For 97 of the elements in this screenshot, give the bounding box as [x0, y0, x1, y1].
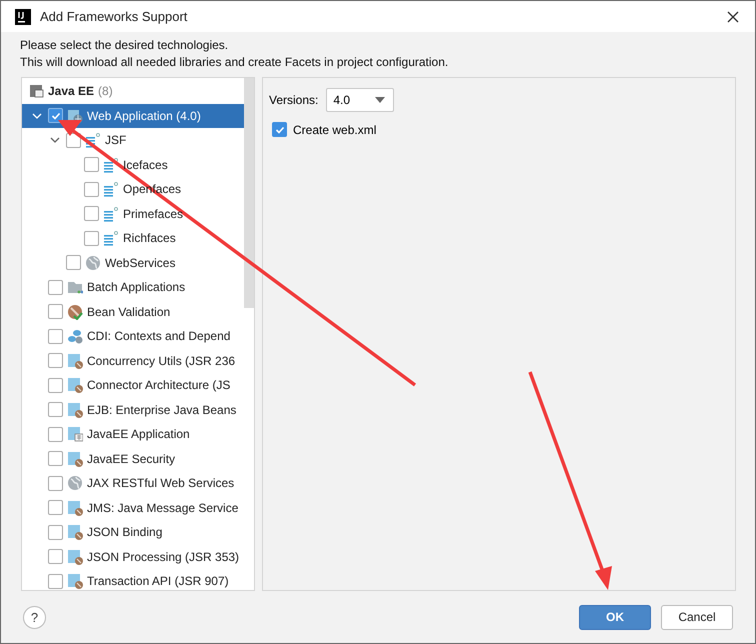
- stack-icon: [103, 230, 119, 246]
- item-label: Connector Architecture (JS: [87, 378, 230, 392]
- checkbox[interactable]: [48, 574, 63, 589]
- folder-icon: [67, 279, 83, 296]
- ok-button[interactable]: OK: [579, 604, 651, 630]
- module-bean-icon: [67, 524, 83, 540]
- checkbox[interactable]: [48, 426, 63, 442]
- instruction-text: Please select the desired technologies.: [20, 37, 230, 54]
- tree-row[interactable]: JMS: Java Message Service: [22, 496, 244, 520]
- item-label: EJB: Enterprise Java Beans: [87, 402, 236, 417]
- field-label: Versions:: [269, 93, 318, 107]
- tree-row[interactable]: WebServices: [22, 250, 244, 275]
- module-bean-icon: [67, 352, 83, 369]
- checkbox[interactable]: [48, 304, 63, 320]
- tree-row[interactable]: Concurrency Utils (JSR 236: [22, 348, 244, 373]
- checkbox[interactable]: [48, 378, 63, 393]
- window-title: Add Frameworks Support: [40, 9, 188, 24]
- dropdown-arrow-icon: [375, 97, 386, 103]
- checkbox[interactable]: [48, 476, 63, 491]
- grid-list-icon: [30, 84, 44, 98]
- tree-row[interactable]: Primefaces: [22, 202, 244, 226]
- tree-row[interactable]: JAX RESTful Web Services: [22, 471, 244, 496]
- item-label: Batch Applications: [87, 280, 186, 294]
- tree-row[interactable]: Connector Architecture (JS: [22, 373, 244, 398]
- stack-icon: [103, 181, 119, 198]
- close-icon: [727, 10, 739, 22]
- item-label: Primefaces: [123, 206, 184, 221]
- module-bean-icon: [67, 573, 83, 590]
- globe-icon: [67, 475, 83, 492]
- checkbox[interactable]: [48, 280, 63, 295]
- tree-row[interactable]: Icefaces: [22, 152, 244, 177]
- item-label: Transaction API (JSR 907): [87, 574, 229, 588]
- version-dropdown[interactable]: 4.0: [326, 88, 394, 112]
- checkbox[interactable]: [272, 122, 287, 137]
- module-grid-icon: [67, 426, 83, 442]
- item-label: JSON Processing (JSR 353): [87, 550, 240, 564]
- tree-row[interactable]: JSF: [22, 128, 244, 152]
- checkbox[interactable]: [48, 500, 63, 516]
- checkbox[interactable]: [48, 451, 63, 466]
- item-label: JavaEE Security: [87, 452, 176, 466]
- tree-row[interactable]: CDI: Contexts and Depend: [22, 324, 244, 348]
- item-label: JSON Binding: [87, 525, 162, 540]
- tree-row[interactable]: EJB: Enterprise Java Beans: [22, 398, 244, 422]
- checkbox[interactable]: [66, 255, 81, 270]
- tree-row[interactable]: JSON Binding: [22, 520, 244, 544]
- item-label: Richfaces: [123, 231, 176, 246]
- checkbox[interactable]: [84, 182, 99, 197]
- checkbox[interactable]: [84, 157, 99, 172]
- cancel-button[interactable]: Cancel: [661, 604, 733, 630]
- item-label: Web Application (4.0): [87, 108, 201, 123]
- bean-check-icon: [67, 304, 83, 320]
- stack-icon: [85, 132, 101, 148]
- module-bean-icon: [67, 402, 83, 418]
- checkmark-icon: [274, 124, 284, 134]
- globe-icon: [85, 254, 101, 271]
- checkbox-label: Create web.xml: [293, 122, 376, 136]
- tree-row[interactable]: Transaction API (JSR 907): [22, 569, 244, 590]
- item-label: JAX RESTful Web Services: [87, 476, 234, 490]
- scrollbar[interactable]: [244, 78, 254, 308]
- instruction-text: This will download all needed libraries and create Facets in project configuration.: [20, 54, 450, 71]
- item-label: JavaEE Application: [87, 427, 190, 442]
- tree-row[interactable]: Bean Validation: [22, 300, 244, 324]
- module-bean-icon: [67, 377, 83, 394]
- checkbox[interactable]: [84, 230, 99, 246]
- item-label: Concurrency Utils (JSR 236: [87, 354, 236, 368]
- item-label: JMS: Java Message Service: [87, 500, 238, 515]
- help-button[interactable]: ?: [23, 606, 46, 628]
- chevron-down-icon[interactable]: [30, 110, 44, 121]
- tree-row[interactable]: JSON Processing (JSR 353): [22, 544, 244, 569]
- item-count: (8): [98, 84, 113, 98]
- item-label: CDI: Contexts and Depend: [87, 329, 230, 344]
- tree-row[interactable]: Web Application (4.0): [22, 104, 244, 128]
- checkbox[interactable]: [84, 206, 99, 222]
- item-label: Icefaces: [123, 158, 168, 172]
- checkbox[interactable]: [48, 353, 63, 368]
- beans-globe-icon: [67, 328, 83, 344]
- tree-row[interactable]: JavaEE Application: [22, 422, 244, 446]
- tree-row[interactable]: Batch Applications: [22, 275, 244, 300]
- group-title: Java EE: [48, 84, 94, 98]
- item-label: WebServices: [105, 256, 176, 270]
- checkbox[interactable]: [48, 108, 63, 124]
- tree-row[interactable]: JavaEE Security: [22, 446, 244, 471]
- stack-icon: [103, 206, 119, 222]
- tree-row[interactable]: Richfaces: [22, 226, 244, 250]
- module-bean-icon: [67, 500, 83, 516]
- checkbox[interactable]: [48, 524, 63, 540]
- checkbox[interactable]: [48, 328, 63, 344]
- item-label: JSF: [105, 133, 126, 148]
- checkbox[interactable]: [48, 402, 63, 418]
- stack-icon: [103, 156, 119, 173]
- item-label: Bean Validation: [87, 304, 170, 319]
- module-bean-icon: [67, 548, 83, 565]
- chevron-down-icon[interactable]: [48, 135, 62, 146]
- module-bean-icon: [67, 450, 83, 467]
- checkbox[interactable]: [48, 549, 63, 564]
- checkmark-icon: [50, 110, 60, 121]
- app-logo-icon: [15, 8, 31, 24]
